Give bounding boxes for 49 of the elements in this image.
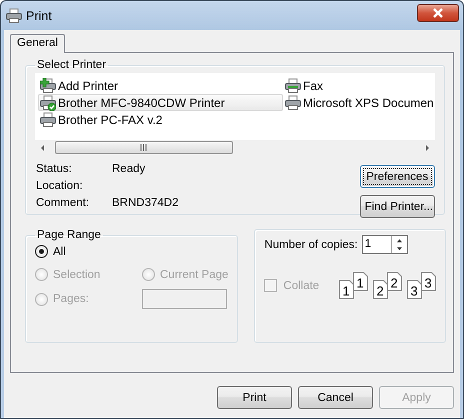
- printer-icon: [285, 94, 301, 110]
- page-icon: [339, 280, 354, 299]
- option-label: Pages:: [53, 293, 89, 305]
- printer-plus-icon: [40, 78, 56, 94]
- page-icon: [421, 272, 436, 291]
- field-label: Comment:: [36, 197, 90, 211]
- printer-item[interactable]: Microsoft XPS Documen: [283, 94, 435, 111]
- page-number: 3: [424, 276, 432, 290]
- checkbox-label: Collate: [283, 280, 320, 292]
- printer-item[interactable]: Add Printer: [38, 77, 283, 94]
- close-icon: [432, 8, 444, 18]
- close-button[interactable]: [417, 4, 459, 22]
- fax-icon: [285, 78, 301, 94]
- option-label: All: [53, 246, 66, 258]
- page-number: 3: [410, 284, 418, 298]
- print-button[interactable]: Print: [217, 386, 292, 409]
- field-value: BRND374D2: [112, 197, 180, 211]
- tab[interactable]: General: [10, 34, 65, 53]
- field-label: Status:: [36, 163, 73, 177]
- printer-check-icon: [40, 94, 56, 110]
- preferences-button[interactable]: Preferences: [360, 165, 435, 188]
- copies-label: Number of copies:: [264, 238, 358, 250]
- page-number: 2: [376, 284, 384, 298]
- page-icon: [407, 280, 422, 299]
- printer-icon: [40, 112, 56, 128]
- field-value: Ready: [112, 163, 146, 177]
- page-number: 1: [356, 276, 364, 290]
- option-label: Selection: [53, 268, 100, 280]
- grip-icon: [140, 144, 148, 151]
- page-icon: [353, 272, 368, 291]
- cancel-button[interactable]: Cancel: [298, 386, 373, 409]
- option-label: Current Page: [160, 268, 228, 280]
- printer-item[interactable]: Brother MFC-9840CDW Printer: [38, 94, 283, 111]
- scrollbar-thumb[interactable]: [55, 141, 233, 154]
- page-icon: [373, 280, 388, 299]
- group-title: Page Range: [36, 229, 102, 241]
- window-title: Print: [26, 8, 53, 22]
- group-title: Select Printer: [36, 59, 108, 71]
- printer-icon: [6, 8, 22, 24]
- spinner-value: 1: [364, 237, 372, 252]
- find-printer-button[interactable]: Find Printer...: [360, 195, 435, 218]
- radio-button[interactable]: [35, 245, 48, 258]
- page-number: 2: [390, 276, 398, 290]
- printer-item[interactable]: Fax: [283, 77, 435, 94]
- page-number: 1: [342, 284, 350, 298]
- page-icon: [387, 272, 402, 291]
- printer-item[interactable]: Brother PC-FAX v.2: [38, 111, 283, 128]
- field-label: Location:: [36, 180, 84, 194]
- copies-spinner[interactable]: 1: [362, 235, 408, 254]
